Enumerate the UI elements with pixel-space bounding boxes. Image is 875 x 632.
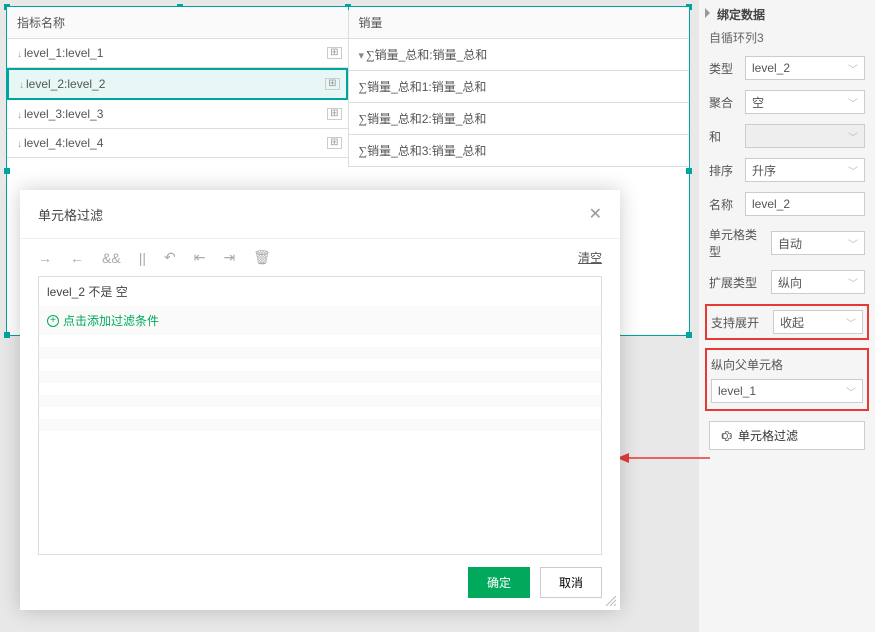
sigma-icon: ∑ — [366, 48, 375, 62]
gear-icon — [718, 429, 732, 443]
table-cell[interactable]: ↓level_1:level_1⊞ — [7, 39, 348, 68]
cancel-button[interactable]: 取消 — [540, 567, 602, 598]
chevron-down-icon: ﹀ — [848, 275, 858, 290]
sort-select[interactable]: 升序﹀ — [745, 158, 865, 182]
expandtype-select[interactable]: 纵向﹀ — [771, 270, 865, 294]
highlight-parent-cell: 纵向父单元格 level_1﹀ — [705, 348, 869, 411]
chevron-down-icon: ﹀ — [848, 95, 858, 110]
side-panel-subtitle: 自循环列3 — [709, 29, 865, 46]
expand-tag-icon: ⊞ — [327, 47, 341, 59]
resize-grip-icon[interactable] — [606, 596, 616, 606]
supportexpand-select[interactable]: 收起﹀ — [773, 310, 863, 334]
expand-tag-icon: ⊞ — [327, 108, 341, 120]
indent-left-icon[interactable]: ⇤ — [194, 249, 206, 266]
and-icon[interactable]: && — [102, 250, 121, 266]
add-condition-button[interactable]: +点击添加过滤条件 — [47, 312, 593, 329]
sigma-icon: ∑ — [359, 144, 368, 158]
table-cell-selected[interactable]: ↓level_2:level_2⊞ — [7, 68, 348, 100]
expand-tag-icon: ⊞ — [325, 78, 339, 90]
field-label: 和 — [709, 128, 739, 145]
field-label: 纵向父单元格 — [711, 356, 863, 373]
table-cell[interactable]: ∑销量_总和3:销量_总和 — [349, 135, 690, 167]
chevron-down-icon: ﹀ — [846, 384, 856, 399]
close-button[interactable]: ✕ — [589, 204, 602, 224]
selection-handle[interactable] — [686, 168, 692, 174]
dialog-toolbar: → ← && || ↶ ⇤ ⇥ 🗑 清空 — [20, 239, 620, 276]
expand-down-icon: ↓ — [17, 110, 22, 121]
ok-button[interactable]: 确定 — [468, 567, 530, 598]
expand-down-icon: ↓ — [17, 139, 22, 150]
funnel-icon: ▾ — [359, 50, 365, 62]
field-label: 单元格类型 — [709, 226, 765, 260]
side-panel-title: 绑定数据 — [709, 6, 865, 23]
dialog-title: 单元格过滤 — [38, 205, 103, 224]
arrow-right-icon[interactable]: → — [38, 250, 52, 266]
table-cell[interactable]: ↓level_3:level_3⊞ — [7, 100, 348, 129]
undo-icon[interactable]: ↶ — [164, 249, 176, 266]
chevron-down-icon: ﹀ — [848, 236, 858, 251]
table-cell[interactable]: ∑销量_总和2:销量_总和 — [349, 103, 690, 135]
filter-condition[interactable]: level_2 不是 空 — [47, 285, 128, 299]
delete-icon[interactable]: 🗑 — [253, 249, 271, 266]
field-label: 名称 — [709, 196, 739, 213]
plus-icon: + — [47, 315, 59, 327]
column-header-sales[interactable]: 销量 — [349, 7, 690, 39]
name-input[interactable]: level_2 — [745, 192, 865, 216]
field-label: 聚合 — [709, 94, 739, 111]
sigma-icon: ∑ — [359, 112, 368, 126]
selection-handle[interactable] — [4, 168, 10, 174]
selection-handle[interactable] — [686, 332, 692, 338]
chevron-down-icon: ﹀ — [848, 61, 858, 76]
indent-right-icon[interactable]: ⇥ — [223, 249, 235, 266]
column-header-name[interactable]: 指标名称 — [7, 7, 348, 39]
filter-condition-list[interactable]: level_2 不是 空 +点击添加过滤条件 — [38, 276, 602, 555]
expand-down-icon: ↓ — [19, 80, 24, 91]
field-label: 排序 — [709, 162, 739, 179]
parentcell-select[interactable]: level_1﹀ — [711, 379, 863, 403]
expand-down-icon: ↓ — [17, 49, 22, 60]
clear-button[interactable]: 清空 — [578, 249, 602, 266]
sum-select[interactable]: ﹀ — [745, 124, 865, 148]
table-cell[interactable]: ∑销量_总和1:销量_总和 — [349, 71, 690, 103]
field-label: 扩展类型 — [709, 274, 765, 291]
field-label: 支持展开 — [711, 314, 767, 331]
cell-filter-label: 单元格过滤 — [738, 427, 798, 444]
side-panel: 绑定数据 自循环列3 类型level_2﹀ 聚合空﹀ 和﹀ 排序升序﹀ 名称le… — [699, 0, 875, 632]
chevron-down-icon: ﹀ — [848, 163, 858, 178]
or-icon[interactable]: || — [139, 250, 146, 266]
chevron-down-icon: ﹀ — [846, 315, 856, 330]
agg-select[interactable]: 空﹀ — [745, 90, 865, 114]
selection-handle[interactable] — [4, 332, 10, 338]
cell-filter-button[interactable]: 单元格过滤 — [709, 421, 865, 450]
sigma-icon: ∑ — [359, 80, 368, 94]
celltype-select[interactable]: 自动﹀ — [771, 231, 865, 255]
highlight-support-expand: 支持展开收起﹀ — [705, 304, 869, 340]
chevron-down-icon: ﹀ — [848, 129, 858, 144]
cell-filter-dialog: 单元格过滤 ✕ → ← && || ↶ ⇤ ⇥ 🗑 清空 level_2 不是 … — [20, 190, 620, 610]
arrow-left-icon[interactable]: ← — [70, 250, 84, 266]
field-label: 类型 — [709, 60, 739, 77]
table-cell[interactable]: ↓level_4:level_4⊞ — [7, 129, 348, 158]
type-select[interactable]: level_2﹀ — [745, 56, 865, 80]
table-cell[interactable]: ▾∑销量_总和:销量_总和 — [349, 39, 690, 71]
expand-tag-icon: ⊞ — [327, 137, 341, 149]
